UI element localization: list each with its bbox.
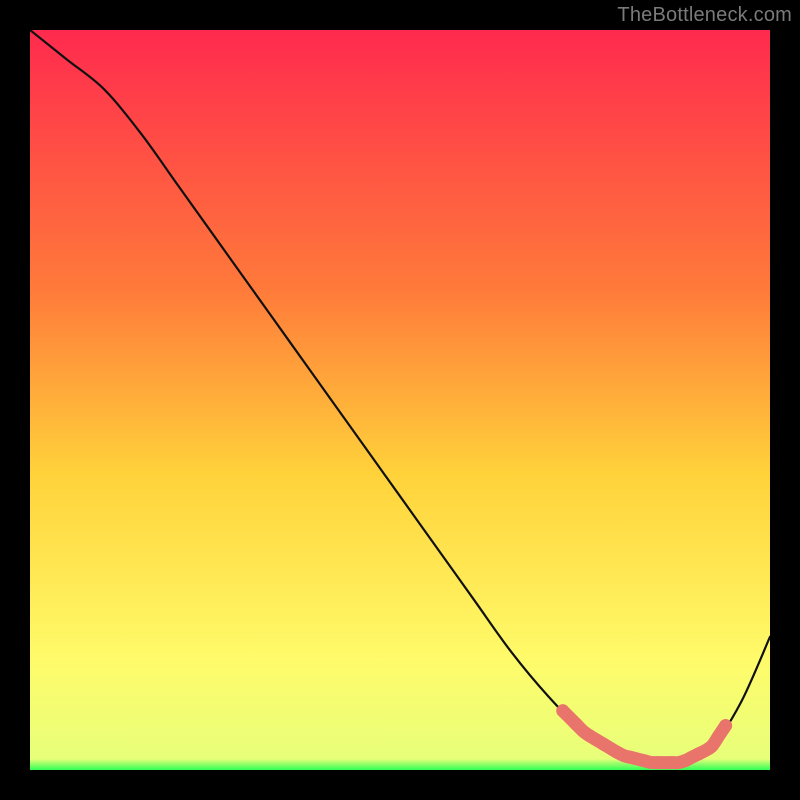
highlight-dot [570, 718, 583, 731]
highlight-dot [583, 729, 596, 742]
highlight-dot [678, 754, 691, 767]
highlight-dot [597, 738, 610, 751]
highlight-dot [719, 719, 732, 732]
highlight-dot [638, 754, 651, 767]
highlight-dot [611, 746, 624, 759]
highlight-dot [651, 756, 664, 769]
chart-canvas: TheBottleneck.com [0, 0, 800, 800]
highlight-dot [692, 747, 705, 760]
highlight-dot [556, 704, 569, 717]
watermark-text: TheBottleneck.com [617, 4, 792, 27]
highlight-dot [665, 756, 678, 769]
highlight-dot [624, 751, 637, 764]
highlight-dot [706, 739, 719, 752]
bottleneck-chart [30, 30, 770, 770]
gradient-background [30, 30, 770, 770]
